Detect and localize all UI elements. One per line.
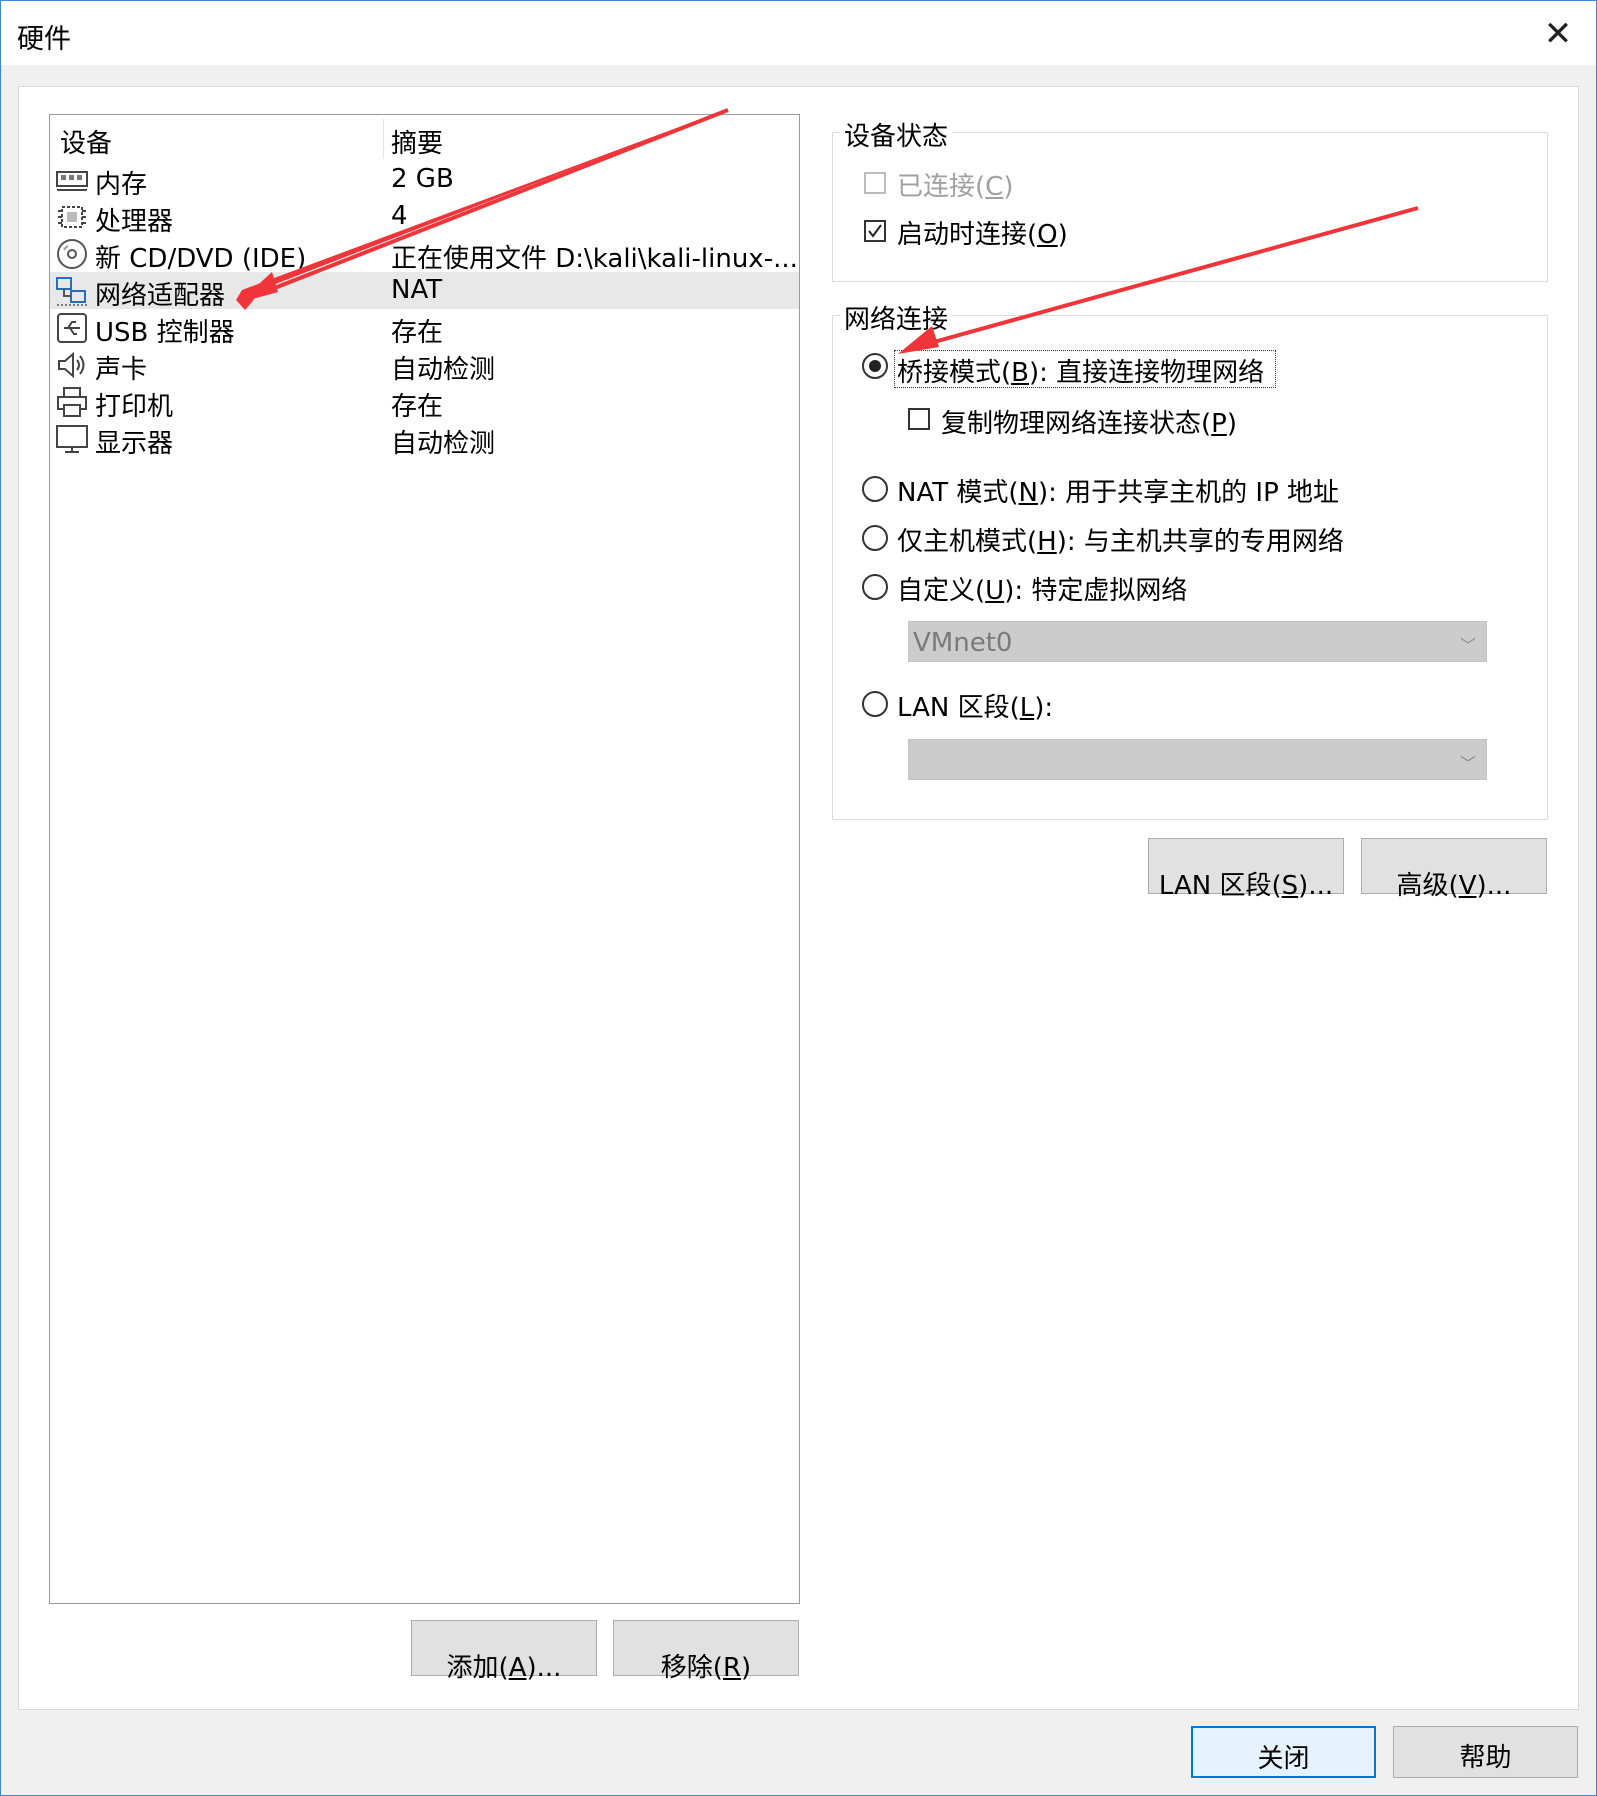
annotation-arrows — [236, 108, 1419, 354]
annotation-arrow-bridged — [904, 206, 1419, 352]
